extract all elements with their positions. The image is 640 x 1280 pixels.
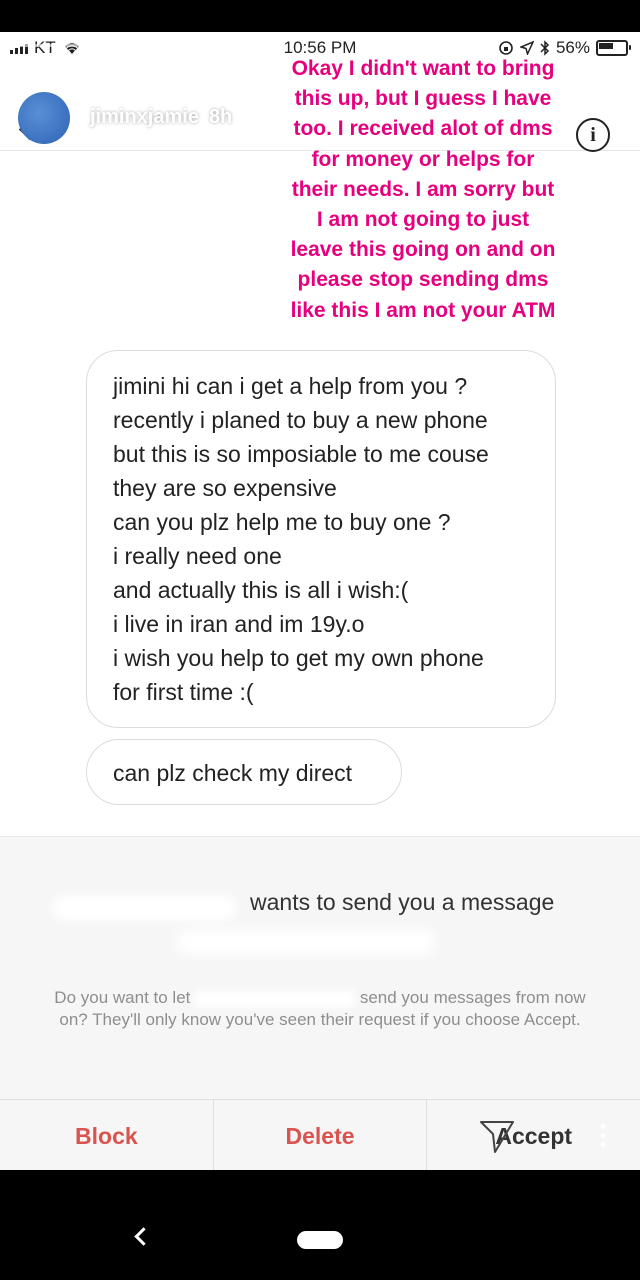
caption-line: I am not going to just xyxy=(316,208,530,232)
story-caption: Okay I didn't want to bring this up, but… xyxy=(268,54,578,326)
redacted-username-inline xyxy=(195,990,356,1007)
message-line: i really need one xyxy=(113,543,282,569)
request-description: Do you want to let send you messages fro… xyxy=(40,987,600,1031)
message-line: they are so expensive xyxy=(113,475,337,501)
request-desc-start: Do you want to let xyxy=(54,988,191,1007)
message-request-panel: wants to send you a message Do you want … xyxy=(0,836,640,1170)
message-line: jimini hi can i get a help from you ? xyxy=(113,373,468,399)
info-icon[interactable]: i xyxy=(576,118,610,152)
request-actions: Block Delete Accept xyxy=(0,1099,640,1170)
caption-line: please stop sending dms xyxy=(297,268,549,292)
redacted-username xyxy=(52,895,237,921)
nav-home-pill[interactable] xyxy=(297,1231,343,1249)
caption-line: this up, but I guess I have xyxy=(294,87,552,111)
message-line: recently i planed to buy a new phone xyxy=(113,407,488,433)
block-button[interactable]: Block xyxy=(0,1100,213,1170)
caption-line: too. I received alot of dms xyxy=(293,117,553,141)
caption-line: Okay I didn't want to bring xyxy=(291,57,555,80)
message-line: and actually this is all i wish:( xyxy=(113,577,409,603)
more-options-icon[interactable] xyxy=(600,1122,607,1148)
message-line: can you plz help me to buy one ? xyxy=(113,509,451,535)
caption-line: their needs. I am sorry but xyxy=(291,177,555,201)
message-bubble[interactable]: jimini hi can i get a help from you ? re… xyxy=(86,350,556,728)
redacted-subtitle xyxy=(176,929,436,955)
caption-line: for money or helps for xyxy=(311,147,535,171)
story-username-row[interactable]: jiminxjamie 8h xyxy=(90,106,232,129)
message-line: but this is so imposiable to me couse xyxy=(113,441,489,467)
message-line: i live in iran and im 19y.o xyxy=(113,611,365,637)
location-icon xyxy=(519,41,534,55)
nav-back-icon[interactable] xyxy=(133,1230,147,1244)
message-line: for first time :( xyxy=(113,679,254,705)
message-bubble-short[interactable]: can plz check my direct xyxy=(86,739,402,805)
caption-line: like this I am not your ATM xyxy=(290,298,556,322)
caption-line: leave this going on and on xyxy=(290,238,556,262)
delete-button[interactable]: Delete xyxy=(212,1100,427,1170)
request-title-text: wants to send you a message xyxy=(250,889,555,915)
accept-button[interactable]: Accept xyxy=(426,1100,640,1170)
message-line: i wish you help to get my own phone xyxy=(113,645,484,671)
story-progress-bar xyxy=(10,44,230,47)
battery-icon xyxy=(596,40,631,56)
system-nav-bar xyxy=(0,1170,640,1280)
avatar[interactable] xyxy=(18,92,70,144)
story-time-ago: 8h xyxy=(208,106,233,128)
story-screen: KT 10:56 PM 56% jiminxjamie 8h i Okay I d… xyxy=(0,32,640,1170)
story-username[interactable]: jiminxjamie xyxy=(90,106,199,128)
send-icon[interactable] xyxy=(479,1118,515,1154)
